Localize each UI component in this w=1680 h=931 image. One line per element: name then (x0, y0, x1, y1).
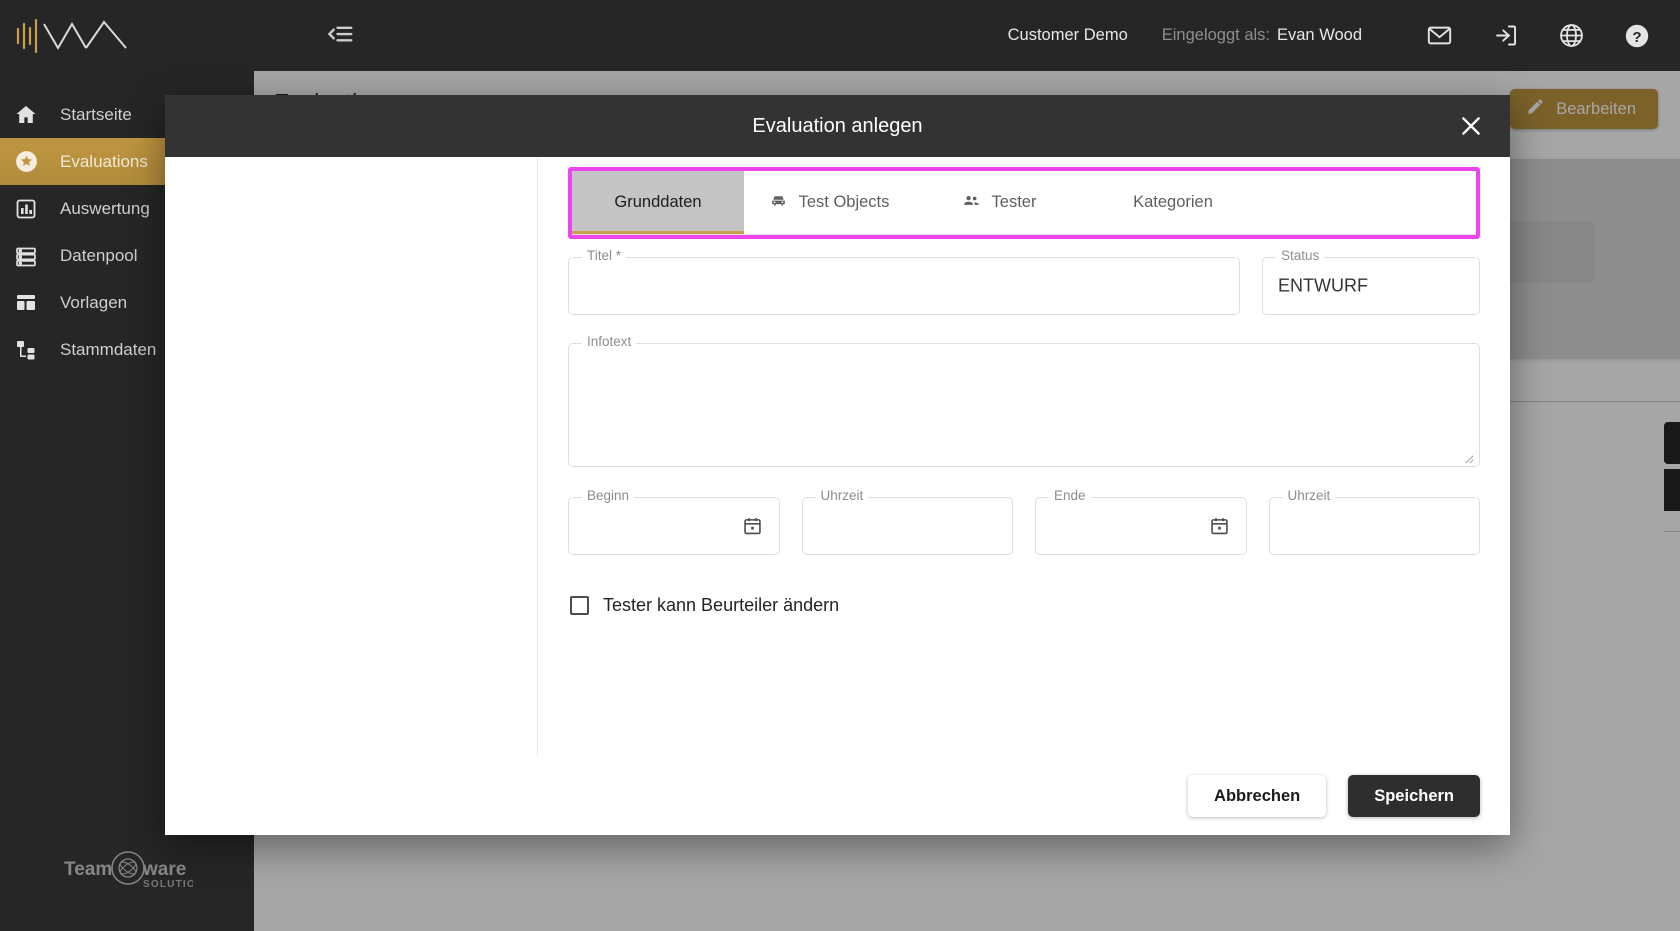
calendar-icon[interactable] (1209, 516, 1230, 537)
dialog-header: Evaluation anlegen (165, 95, 1510, 157)
row-dates: Beginn Uhrzeit Ende Uhrzeit (568, 489, 1480, 555)
evaluation-anlegen-dialog: Evaluation anlegen Grunddaten Test Objec… (165, 95, 1510, 835)
checkbox-label: Tester kann Beurteiler ändern (603, 595, 840, 615)
status-label: Status (1276, 249, 1325, 263)
sidebar-item-label: Vorlagen (60, 292, 128, 312)
teamware-logo-icon: Team ware SOLUTIONS (64, 851, 193, 890)
bar-chart-icon (14, 196, 44, 222)
dialog-form: Grunddaten Test Objects Tester Kategorie… (538, 157, 1510, 757)
car-icon (769, 191, 788, 215)
svg-text:ware: ware (142, 859, 186, 880)
logout-icon[interactable] (1490, 21, 1520, 51)
ende-date-field[interactable]: Ende (1035, 489, 1247, 555)
customer-name: Customer Demo (1007, 26, 1128, 44)
dialog-left-pane (165, 157, 538, 757)
tester-kann-beurteiler-aendern-row[interactable]: Tester kann Beurteiler ändern (570, 595, 1480, 616)
sidebar-item-label: Auswertung (60, 198, 150, 218)
home-icon (14, 102, 44, 128)
speichern-button[interactable]: Speichern (1348, 775, 1480, 817)
beginn-label: Beginn (582, 489, 635, 503)
tab-label: Grunddaten (614, 193, 702, 211)
tab-grunddaten[interactable]: Grunddaten (572, 171, 744, 234)
sidebar-item-label: Startseite (60, 104, 132, 124)
dialog-body: Grunddaten Test Objects Tester Kategorie… (165, 157, 1510, 757)
tab-label: Test Objects (798, 193, 890, 211)
sidebar-item-label: Evaluations (60, 151, 148, 171)
svg-text:Team: Team (64, 859, 112, 880)
app-root: Startseite Evaluations Auswertung Datenp… (0, 0, 1680, 931)
tab-kategorien[interactable]: Kategorien (1084, 171, 1262, 234)
abbrechen-button[interactable]: Abbrechen (1188, 775, 1327, 817)
resize-handle-icon[interactable] (1463, 451, 1474, 464)
dialog-footer: Abbrechen Speichern (165, 757, 1510, 835)
beginn-date-field[interactable]: Beginn (568, 489, 780, 555)
topbar: Customer Demo Eingeloggt als: Evan Wood … (254, 0, 1680, 71)
database-icon (14, 243, 44, 269)
tab-tester[interactable]: Tester (914, 171, 1084, 234)
sitemap-icon (14, 337, 44, 363)
wave-logo-icon (16, 18, 127, 53)
tester-kann-beurteiler-aendern-checkbox[interactable] (570, 596, 589, 615)
layout-icon (14, 290, 44, 316)
titel-field[interactable]: Titel * (568, 249, 1240, 315)
mail-icon[interactable] (1424, 21, 1454, 51)
user-name: Evan Wood (1277, 26, 1362, 44)
beginn-uhrzeit-field[interactable]: Uhrzeit (801, 489, 1013, 555)
globe-icon[interactable] (1556, 21, 1586, 51)
ende-label: Ende (1049, 489, 1091, 503)
infotext-label: Infotext (582, 335, 637, 349)
ende-uhrzeit-label: Uhrzeit (1282, 489, 1336, 503)
infotext-field[interactable]: Infotext (568, 335, 1480, 467)
dialog-tabs: Grunddaten Test Objects Tester Kategorie… (572, 171, 1476, 235)
svg-text:?: ? (1632, 28, 1641, 45)
help-icon[interactable]: ? (1622, 21, 1652, 51)
close-icon[interactable] (1454, 109, 1488, 143)
status-value: ENTWURF (1278, 275, 1368, 296)
status-field[interactable]: Status ENTWURF (1262, 249, 1480, 315)
row-titel-status: Titel * Status ENTWURF (568, 249, 1480, 315)
dialog-title: Evaluation anlegen (752, 114, 923, 137)
tabbar-highlight: Grunddaten Test Objects Tester Kategorie… (568, 167, 1480, 239)
people-icon (962, 191, 981, 215)
titel-label: Titel * (582, 249, 627, 263)
logged-in-label: Eingeloggt als: (1161, 26, 1270, 44)
calendar-icon[interactable] (742, 516, 763, 537)
tab-label: Kategorien (1133, 193, 1213, 211)
tab-test-objects[interactable]: Test Objects (744, 171, 914, 234)
teamware-footer-logo: Team ware SOLUTIONS (0, 845, 254, 891)
ende-uhrzeit-field[interactable]: Uhrzeit (1268, 489, 1480, 555)
star-circle-icon (14, 149, 44, 175)
sidebar-item-label: Stammdaten (60, 339, 157, 359)
svg-text:SOLUTIONS: SOLUTIONS (143, 879, 193, 890)
beginn-uhrzeit-label: Uhrzeit (815, 489, 869, 503)
collapse-sidebar-icon[interactable] (325, 19, 357, 51)
app-logo[interactable] (0, 0, 254, 71)
tab-label: Tester (991, 193, 1037, 211)
sidebar-item-label: Datenpool (60, 245, 138, 265)
